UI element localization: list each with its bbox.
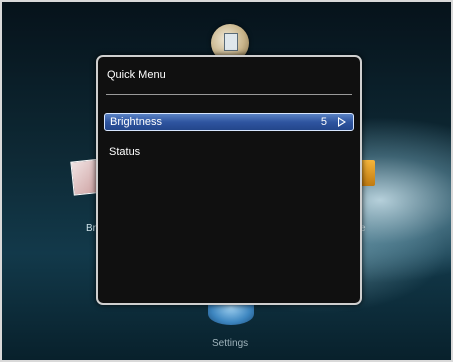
settings-icon[interactable] [208, 303, 254, 325]
menu-item-label: Brightness [110, 116, 162, 128]
menu-item-brightness[interactable]: Brightness 5 [104, 113, 354, 131]
quick-menu-dialog: Quick Menu Brightness 5 Status [96, 55, 362, 305]
menu-item-status[interactable]: Status [104, 144, 354, 162]
title-divider [106, 94, 352, 95]
menu-item-label: Status [109, 146, 141, 158]
dialog-title: Quick Menu [107, 69, 166, 81]
photo-frame-screen: Br e Settings Quick Menu Brightness 5 St… [0, 0, 453, 362]
arrow-right-icon[interactable] [338, 117, 346, 127]
carousel-label-settings: Settings [212, 338, 249, 349]
brightness-value: 5 [320, 116, 327, 128]
carousel-label-left: Br [86, 223, 96, 234]
